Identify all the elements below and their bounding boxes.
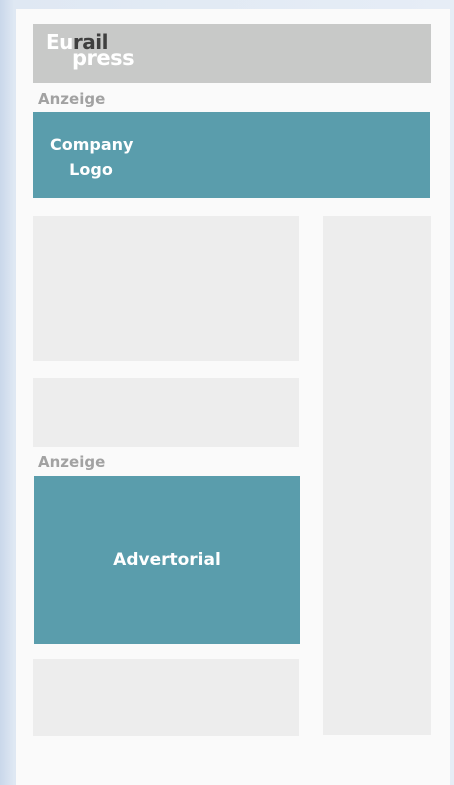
content-placeholder-3 — [33, 659, 299, 736]
company-logo-line1: Company — [50, 135, 134, 154]
logo-text-press: press — [72, 46, 135, 70]
ad-label-mid: Anzeige — [38, 453, 106, 471]
logo-text-eu: Eu — [46, 30, 73, 54]
eurailpress-logo[interactable]: Eurail press — [46, 30, 135, 69]
company-logo-ad[interactable]: Company Logo — [33, 112, 430, 198]
header-bar: Eurail press — [33, 24, 431, 83]
content-placeholder-2 — [33, 378, 299, 447]
sidebar-placeholder — [323, 216, 431, 735]
ad-label-top: Anzeige — [38, 90, 106, 108]
company-logo-line2: Logo — [69, 160, 113, 179]
page-container: Eurail press Anzeige Company Logo Anzeig… — [16, 9, 450, 785]
company-logo-text: Company Logo — [50, 132, 134, 182]
content-placeholder-1 — [33, 216, 299, 361]
advertorial-block[interactable]: Advertorial — [34, 476, 300, 644]
advertorial-label: Advertorial — [113, 550, 221, 570]
